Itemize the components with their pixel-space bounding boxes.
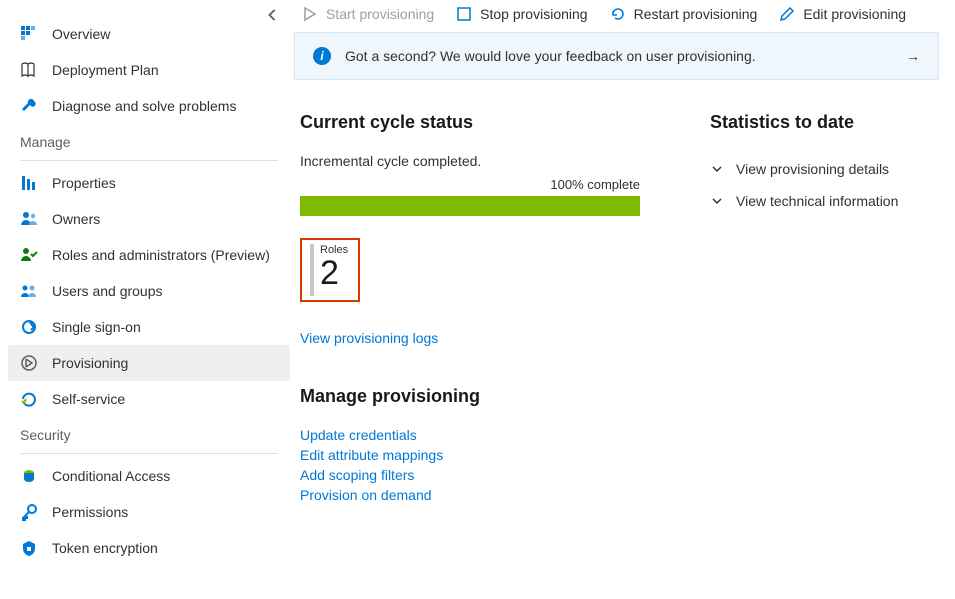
sidebar-item-sso[interactable]: Single sign-on: [8, 309, 290, 345]
chevron-down-icon: [710, 162, 724, 176]
divider: [20, 160, 278, 161]
sidebar-item-label: Roles and administrators (Preview): [52, 247, 270, 263]
owners-icon: [20, 210, 38, 228]
update-credentials-link[interactable]: Update credentials: [300, 427, 660, 443]
sidebar-item-overview[interactable]: Overview: [8, 16, 290, 52]
toolbar-label: Start provisioning: [326, 6, 434, 22]
roles-count: 2: [320, 256, 348, 290]
sidebar-item-users-groups[interactable]: Users and groups: [8, 273, 290, 309]
sso-icon: [20, 318, 38, 336]
stat-label: View technical information: [736, 193, 898, 209]
overview-icon: [20, 25, 38, 43]
sidebar: Overview Deployment Plan Diagnose and so…: [0, 0, 290, 599]
collapse-sidebar-button[interactable]: [266, 8, 280, 25]
conditional-access-icon: [20, 467, 38, 485]
sidebar-item-label: Permissions: [52, 504, 128, 520]
feedback-text: Got a second? We would love your feedbac…: [345, 48, 892, 64]
sidebar-item-diagnose[interactable]: Diagnose and solve problems: [8, 88, 290, 124]
sidebar-item-deployment-plan[interactable]: Deployment Plan: [8, 52, 290, 88]
info-icon: i: [313, 47, 331, 65]
sidebar-item-label: Deployment Plan: [52, 62, 159, 78]
sidebar-item-roles[interactable]: Roles and administrators (Preview): [8, 237, 290, 273]
token-encryption-icon: [20, 539, 38, 557]
toolbar: Start provisioning Stop provisioning Res…: [294, 0, 943, 32]
users-groups-icon: [20, 282, 38, 300]
feedback-banner[interactable]: i Got a second? We would love your feedb…: [294, 32, 939, 80]
edit-attribute-mappings-link[interactable]: Edit attribute mappings: [300, 447, 660, 463]
sidebar-item-permissions[interactable]: Permissions: [8, 494, 290, 530]
cycle-status-text: Incremental cycle completed.: [300, 153, 660, 169]
stat-label: View provisioning details: [736, 161, 889, 177]
sidebar-item-label: Diagnose and solve problems: [52, 98, 236, 114]
sidebar-item-token-encryption[interactable]: Token encryption: [8, 530, 290, 566]
sidebar-heading-security: Security: [8, 417, 290, 449]
statistics-title: Statistics to date: [710, 112, 898, 133]
sidebar-heading-manage: Manage: [8, 124, 290, 156]
roles-card[interactable]: Roles 2: [300, 238, 360, 302]
permissions-icon: [20, 503, 38, 521]
sidebar-item-provisioning[interactable]: Provisioning: [8, 345, 290, 381]
manage-provisioning-title: Manage provisioning: [300, 386, 660, 407]
arrow-right-icon: →: [906, 48, 920, 64]
sidebar-item-label: Owners: [52, 211, 100, 227]
sidebar-item-label: Provisioning: [52, 355, 128, 371]
edit-provisioning-button[interactable]: Edit provisioning: [779, 6, 906, 22]
play-icon: [302, 6, 318, 22]
sidebar-item-owners[interactable]: Owners: [8, 201, 290, 237]
provision-on-demand-link[interactable]: Provision on demand: [300, 487, 660, 503]
toolbar-label: Restart provisioning: [634, 6, 758, 22]
sidebar-item-label: Users and groups: [52, 283, 163, 299]
sidebar-item-label: Token encryption: [52, 540, 158, 556]
progress-bar: [300, 196, 640, 216]
view-provisioning-logs-link[interactable]: View provisioning logs: [300, 330, 660, 346]
edit-icon: [779, 6, 795, 22]
self-service-icon: [20, 390, 38, 408]
wrench-icon: [20, 97, 38, 115]
progress-label: 100% complete: [300, 177, 640, 192]
sidebar-item-label: Properties: [52, 175, 116, 191]
sidebar-item-self-service[interactable]: Self-service: [8, 381, 290, 417]
add-scoping-filters-link[interactable]: Add scoping filters: [300, 467, 660, 483]
main-content: Start provisioning Stop provisioning Res…: [290, 0, 955, 599]
start-provisioning-button[interactable]: Start provisioning: [302, 6, 434, 22]
roles-icon: [20, 246, 38, 264]
sidebar-item-conditional-access[interactable]: Conditional Access: [8, 458, 290, 494]
view-technical-information-toggle[interactable]: View technical information: [710, 185, 898, 217]
restart-icon: [610, 6, 626, 22]
toolbar-label: Stop provisioning: [480, 6, 587, 22]
toolbar-label: Edit provisioning: [803, 6, 906, 22]
roles-card-bar: [310, 244, 314, 296]
sidebar-item-label: Overview: [52, 26, 110, 42]
divider: [20, 453, 278, 454]
view-provisioning-details-toggle[interactable]: View provisioning details: [710, 153, 898, 185]
restart-provisioning-button[interactable]: Restart provisioning: [610, 6, 758, 22]
provisioning-icon: [20, 354, 38, 372]
book-icon: [20, 61, 38, 79]
sidebar-item-label: Single sign-on: [52, 319, 141, 335]
sidebar-item-label: Conditional Access: [52, 468, 170, 484]
properties-icon: [20, 174, 38, 192]
cycle-status-title: Current cycle status: [300, 112, 660, 133]
stop-provisioning-button[interactable]: Stop provisioning: [456, 6, 587, 22]
stop-icon: [456, 6, 472, 22]
sidebar-item-properties[interactable]: Properties: [8, 165, 290, 201]
chevron-down-icon: [710, 194, 724, 208]
sidebar-item-label: Self-service: [52, 391, 125, 407]
